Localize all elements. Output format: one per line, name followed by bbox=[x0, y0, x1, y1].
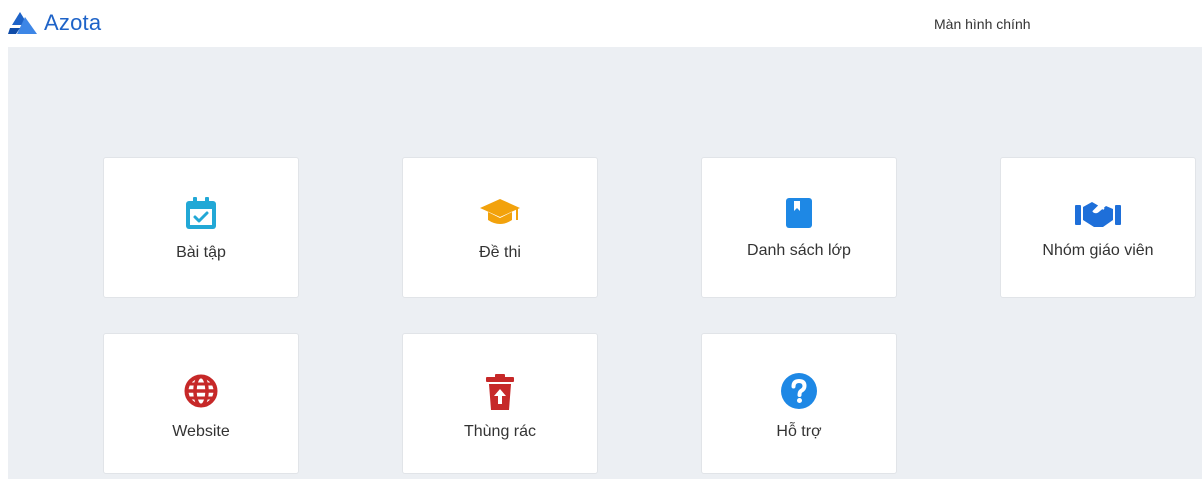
card-label: Hỗ trợ bbox=[776, 423, 822, 440]
card-website[interactable]: Website bbox=[103, 333, 299, 474]
graduation-cap-icon bbox=[403, 198, 597, 228]
card-label: Website bbox=[172, 423, 230, 440]
question-circle-icon bbox=[702, 373, 896, 409]
card-label: Bài tập bbox=[176, 244, 226, 261]
calendar-check-icon bbox=[104, 196, 298, 230]
card-label: Nhóm giáo viên bbox=[1042, 242, 1154, 259]
book-icon bbox=[702, 198, 896, 228]
card-label: Đề thi bbox=[479, 244, 521, 261]
azota-logo-icon bbox=[8, 12, 37, 34]
globe-icon bbox=[104, 374, 298, 408]
top-bar: Azota Màn hình chính bbox=[0, 0, 1202, 47]
card-teacher-group[interactable]: Nhóm giáo viên bbox=[1000, 157, 1196, 298]
card-exams[interactable]: Đề thi bbox=[402, 157, 598, 298]
logo-text: Azota bbox=[44, 10, 102, 35]
card-trash[interactable]: Thùng rác bbox=[402, 333, 598, 474]
card-support[interactable]: Hỗ trợ bbox=[701, 333, 897, 474]
main-screen-link[interactable]: Màn hình chính bbox=[934, 16, 1031, 32]
card-assignments[interactable]: Bài tập bbox=[103, 157, 299, 298]
trash-restore-icon bbox=[403, 374, 597, 410]
card-label: Danh sách lớp bbox=[747, 242, 851, 259]
dashboard-area: Bài tập Đề thi Danh sách lớp Nhóm giáo v… bbox=[8, 47, 1202, 479]
card-class-list[interactable]: Danh sách lớp bbox=[701, 157, 897, 298]
azota-logo[interactable]: Azota bbox=[8, 9, 101, 37]
card-label: Thùng rác bbox=[463, 423, 537, 440]
handshake-icon bbox=[1001, 200, 1195, 228]
